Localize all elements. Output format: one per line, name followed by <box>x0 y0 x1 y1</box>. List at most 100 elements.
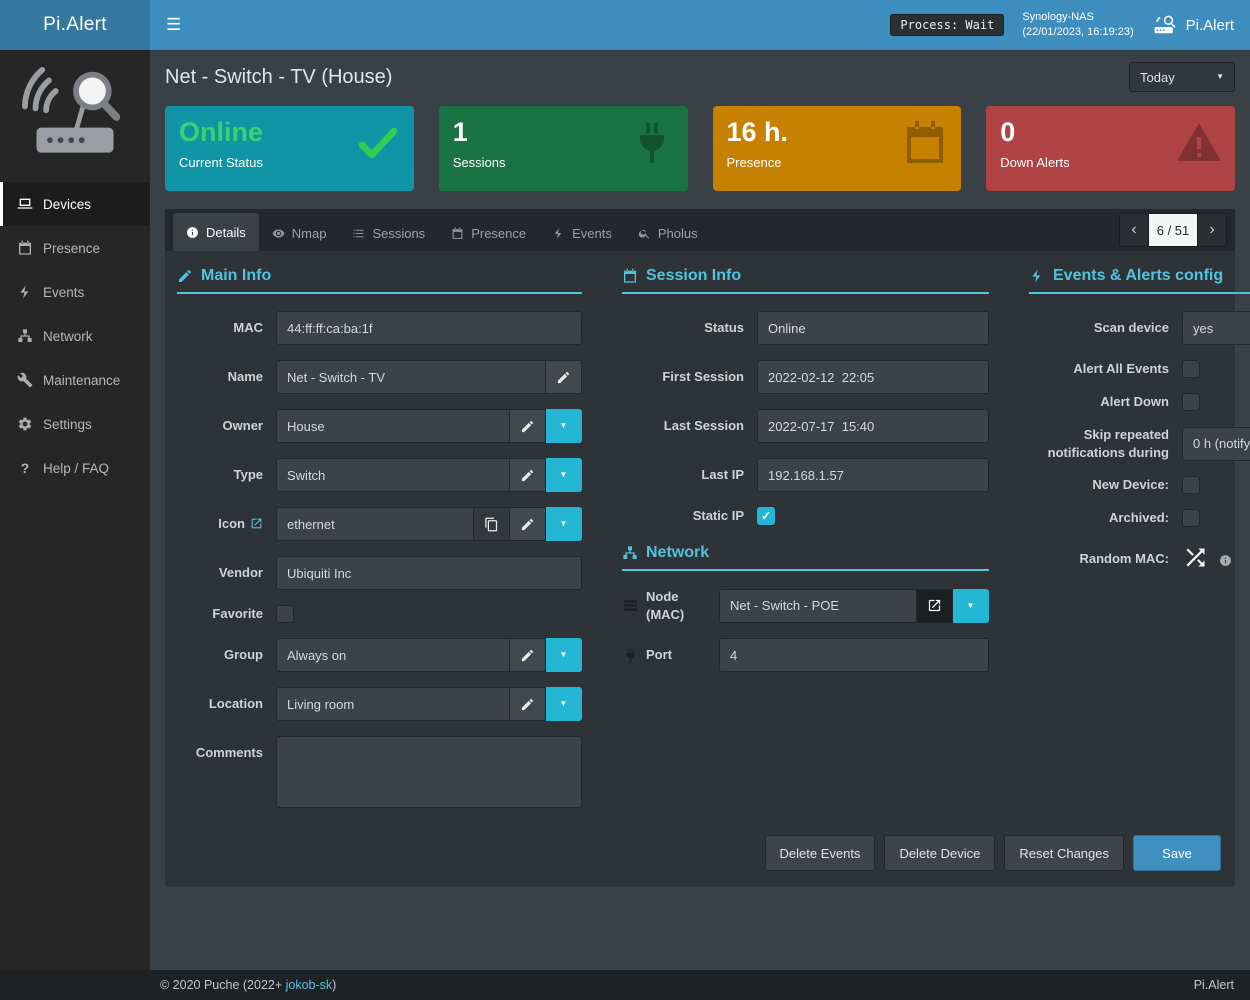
icon-copy-button[interactable] <box>474 507 510 541</box>
field-location: Location ▼ <box>177 687 582 721</box>
name-edit-button[interactable] <box>546 360 582 394</box>
main-info-header: Main Info <box>177 267 582 294</box>
sidebar-item-events[interactable]: Events <box>0 270 150 314</box>
type-edit-button[interactable] <box>510 458 546 492</box>
vendor-input[interactable] <box>276 556 582 590</box>
navbar-brand-label: Pi.Alert <box>1186 17 1234 34</box>
caret-down-icon: ▼ <box>560 471 568 479</box>
node-open-button[interactable] <box>917 589 953 623</box>
delete-events-button[interactable]: Delete Events <box>765 835 876 871</box>
static-ip-label: Static IP <box>622 507 744 525</box>
card-down-alerts[interactable]: 0 Down Alerts <box>986 106 1235 191</box>
navbar-main: ☰ Process: Wait Synology-NAS (22/01/2023… <box>150 0 1250 50</box>
icon-edit-button[interactable] <box>510 507 546 541</box>
alert-down-checkbox[interactable] <box>1182 393 1200 411</box>
icon-dropdown-button[interactable]: ▼ <box>546 507 582 541</box>
owner-dropdown-button[interactable]: ▼ <box>546 409 582 443</box>
owner-edit-button[interactable] <box>510 409 546 443</box>
field-skip-notifications: Skip repeated notifications during ▼ <box>1029 426 1250 461</box>
node-dropdown-button[interactable]: ▼ <box>953 589 989 623</box>
last-ip-label: Last IP <box>622 466 744 484</box>
caret-down-icon: ▼ <box>560 651 568 659</box>
mac-input[interactable] <box>276 311 582 345</box>
section-title: Main Info <box>201 267 271 285</box>
owner-input[interactable] <box>276 409 510 443</box>
router-icon <box>1152 14 1178 36</box>
external-link-icon[interactable] <box>250 517 263 530</box>
type-input[interactable] <box>276 458 510 492</box>
save-button[interactable]: Save <box>1133 835 1221 871</box>
location-dropdown-button[interactable]: ▼ <box>546 687 582 721</box>
device-pager: ‹ 6 / 51 › <box>1119 213 1227 247</box>
sidebar-item-network[interactable]: Network <box>0 314 150 358</box>
sidebar-item-maintenance[interactable]: Maintenance <box>0 358 150 402</box>
tab-label: Nmap <box>292 226 327 241</box>
delete-device-button[interactable]: Delete Device <box>884 835 995 871</box>
session-info-header: Session Info <box>622 267 989 294</box>
group-dropdown-button[interactable]: ▼ <box>546 638 582 672</box>
list-icon <box>352 227 365 240</box>
field-name: Name <box>177 360 582 394</box>
brand-logo[interactable]: Pi.Alert <box>0 0 150 50</box>
location-edit-button[interactable] <box>510 687 546 721</box>
status-input[interactable] <box>757 311 989 345</box>
card-sessions[interactable]: 1 Sessions <box>439 106 688 191</box>
sidebar-item-devices[interactable]: Devices <box>0 182 150 226</box>
details-form: Main Info MAC Name Owner <box>165 251 1235 823</box>
field-first-session: First Session <box>622 360 989 394</box>
mac-label: MAC <box>177 319 263 337</box>
group-input[interactable] <box>276 638 510 672</box>
last-session-input[interactable] <box>757 409 989 443</box>
sidebar-item-help[interactable]: ? Help / FAQ <box>0 446 150 490</box>
group-edit-button[interactable] <box>510 638 546 672</box>
type-dropdown-button[interactable]: ▼ <box>546 458 582 492</box>
tab-events[interactable]: Events <box>539 215 625 251</box>
sidebar-item-settings[interactable]: Settings <box>0 402 150 446</box>
field-scan-device: Scan device ▼ <box>1029 311 1250 345</box>
field-vendor: Vendor <box>177 556 582 590</box>
sidebar-item-label: Devices <box>43 197 91 212</box>
navbar-brand-right[interactable]: Pi.Alert <box>1152 14 1234 36</box>
name-input[interactable] <box>276 360 546 394</box>
tab-presence[interactable]: Presence <box>438 215 539 251</box>
tab-label: Pholus <box>658 226 698 241</box>
port-input[interactable] <box>719 638 989 672</box>
prev-device-button[interactable]: ‹ <box>1119 213 1149 247</box>
comments-textarea[interactable] <box>276 736 582 808</box>
menu-icon[interactable]: ☰ <box>166 15 181 35</box>
card-presence[interactable]: 16 h. Presence <box>713 106 962 191</box>
card-current-status[interactable]: Online Current Status <box>165 106 414 191</box>
tab-pholus[interactable]: Pholus <box>625 215 711 251</box>
favorite-checkbox[interactable] <box>276 605 294 623</box>
location-input[interactable] <box>276 687 510 721</box>
reset-changes-button[interactable]: Reset Changes <box>1004 835 1124 871</box>
navbar-right: Process: Wait Synology-NAS (22/01/2023, … <box>890 10 1234 40</box>
field-new-device: New Device: <box>1029 476 1250 494</box>
footer: © 2020 Puche (2022+ jokob-sk) Pi.Alert <box>0 970 1250 1000</box>
tab-label: Details <box>206 225 246 240</box>
footer-author-link[interactable]: jokob-sk <box>286 978 333 992</box>
sidebar-item-presence[interactable]: Presence <box>0 226 150 270</box>
info-icon[interactable] <box>1219 554 1232 567</box>
main-content: Net - Switch - TV (House) Today ▼ Online… <box>150 50 1250 970</box>
new-device-checkbox[interactable] <box>1182 476 1200 494</box>
shuffle-icon <box>1182 544 1209 571</box>
scan-device-input[interactable] <box>1182 311 1250 345</box>
static-ip-checkbox[interactable]: ✓ <box>757 507 775 525</box>
sidebar: Devices Presence Events Network Maintena… <box>0 50 150 970</box>
tab-details[interactable]: Details <box>173 213 259 251</box>
last-ip-input[interactable] <box>757 458 989 492</box>
archived-checkbox[interactable] <box>1182 509 1200 527</box>
first-session-input[interactable] <box>757 360 989 394</box>
alert-all-events-checkbox[interactable] <box>1182 360 1200 378</box>
next-device-button[interactable]: › <box>1197 213 1227 247</box>
field-type: Type ▼ <box>177 458 582 492</box>
skip-notifications-input[interactable] <box>1182 427 1250 461</box>
tab-sessions[interactable]: Sessions <box>339 215 438 251</box>
tab-nmap[interactable]: Nmap <box>259 215 340 251</box>
search-icon <box>638 227 651 240</box>
footer-brand: Pi.Alert <box>1194 978 1234 992</box>
period-select[interactable]: Today ▼ <box>1129 62 1235 92</box>
node-input[interactable] <box>719 589 917 623</box>
icon-input[interactable] <box>276 507 474 541</box>
